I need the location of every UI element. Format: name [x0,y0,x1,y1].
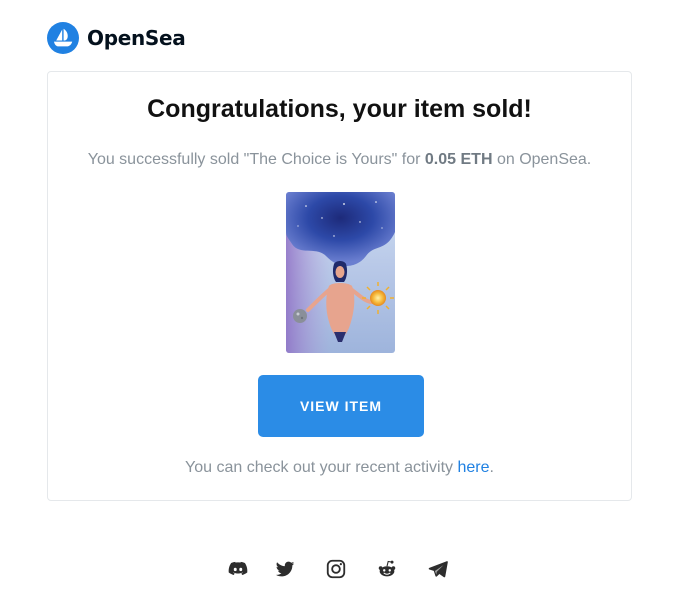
activity-text: You can check out your recent activity h… [48,459,631,477]
instagram-icon[interactable] [325,558,347,580]
sale-notification-card: Congratulations, your item sold! You suc… [47,71,632,501]
brand-name: OpenSea [87,26,186,50]
social-links [0,558,680,582]
activity-suffix: . [489,459,494,476]
email-page: OpenSea Congratulations, your item sold!… [0,0,680,601]
reddit-icon[interactable] [376,558,398,580]
brand-header[interactable]: OpenSea [47,22,186,54]
telegram-icon[interactable] [427,558,449,580]
twitter-icon[interactable] [274,558,296,580]
opensea-logo-icon [47,22,79,54]
nft-artwork-image[interactable] [286,192,395,353]
sale-message-suffix: on OpenSea. [492,151,592,168]
discord-icon[interactable] [227,558,249,580]
sale-message-prefix: You successfully sold "The Choice is You… [87,151,425,168]
card-title: Congratulations, your item sold! [147,95,532,123]
sale-amount: 0.05 ETH [424,151,493,168]
activity-link[interactable]: here [457,459,489,476]
sale-message: You successfully sold "The Choice is You… [48,151,631,169]
view-item-button[interactable]: VIEW ITEM [258,375,424,437]
activity-prefix: You can check out your recent activity [185,459,458,476]
